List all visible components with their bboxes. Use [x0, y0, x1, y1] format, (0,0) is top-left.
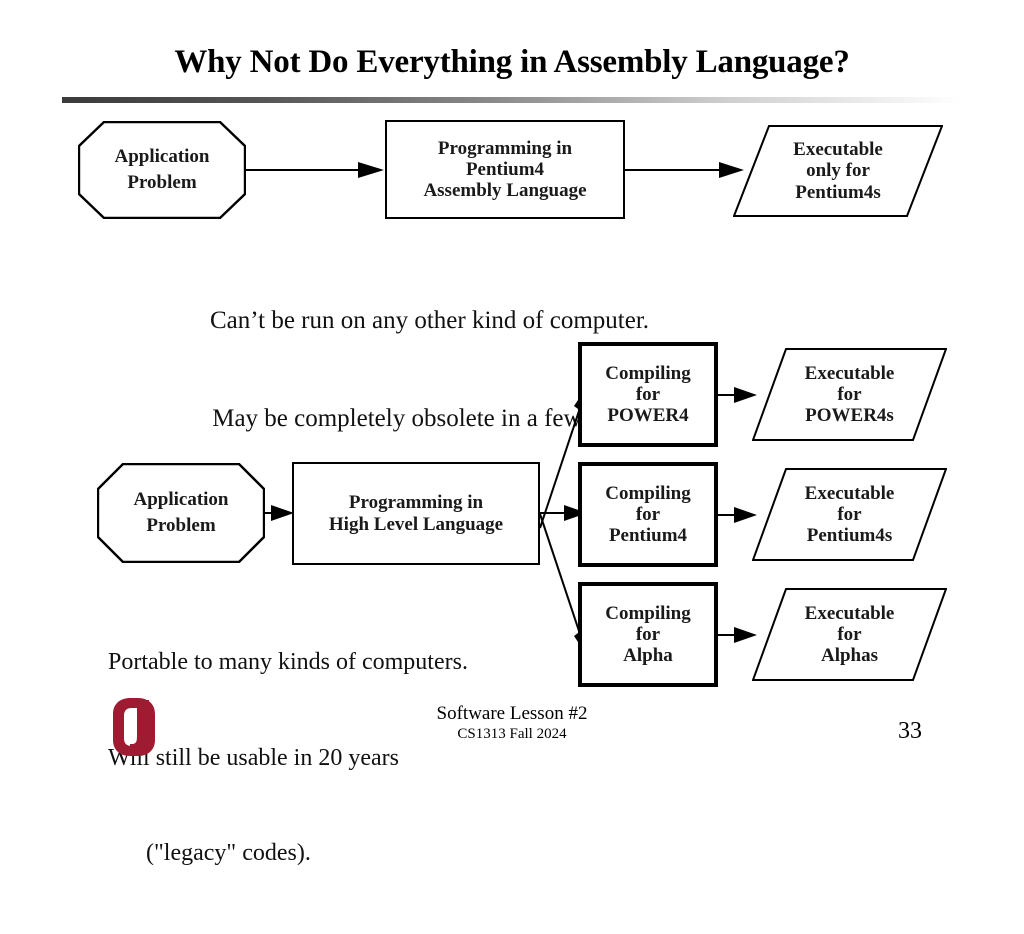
node-label-line1: Compiling: [605, 602, 691, 624]
node-label-line3: POWER4s: [805, 405, 894, 427]
page-number: 33: [898, 718, 922, 744]
node-executable-power4s: Executable for POWER4s: [752, 347, 947, 442]
footer-lesson: Software Lesson #2: [436, 703, 588, 724]
node-executable-pentium4s-hll: Executable for Pentium4s: [752, 467, 947, 562]
node-label-line1: Compiling: [605, 362, 691, 384]
node-label-line2: for: [837, 623, 862, 645]
node-label-line3: Pentium4s: [806, 525, 893, 547]
node-label-line3: POWER4: [607, 405, 689, 427]
footer-course: CS1313 Fall 2024: [457, 725, 567, 742]
node-label-line3: Alphas: [820, 645, 879, 667]
node-label-line2: Problem: [146, 515, 216, 536]
node-label-line3: Pentium4s: [795, 181, 881, 203]
node-executable-alphas: Executable for Alphas: [752, 587, 947, 682]
ou-logo-icon: [113, 698, 155, 756]
node-label-line2: only for: [806, 160, 870, 182]
page-title: Why Not Do Everything in Assembly Langua…: [174, 44, 850, 80]
title-divider: [62, 97, 962, 103]
caption-line-1: Portable to many kinds of computers.: [108, 648, 468, 675]
node-label-line1: Executable: [793, 139, 883, 161]
node-compiling-power4: Compiling for POWER4: [578, 342, 718, 447]
node-label-line2: for: [635, 383, 661, 405]
footer-text: Software Lesson #2 CS1313 Fall 2024: [362, 703, 662, 743]
arrow-appproblem-to-hll: [265, 505, 294, 521]
node-label-line1: Executable: [804, 362, 895, 384]
caption-line-1: Can’t be run on any other kind of comput…: [210, 307, 650, 334]
node-application-problem-assembly: Application Problem: [78, 121, 246, 219]
node-label-line2: Problem: [127, 172, 197, 193]
node-label-line2: High Level Language: [328, 513, 504, 535]
node-compiling-pentium4: Compiling for Pentium4: [578, 462, 718, 567]
arrow-appproblem-to-assembly: [246, 162, 384, 178]
node-label-line1: Application: [114, 146, 210, 168]
ou-logo: [104, 696, 166, 762]
node-label-line2: Pentium4: [465, 158, 545, 180]
node-label-line3: Alpha: [623, 645, 673, 667]
node-compiling-alpha: Compiling for Alpha: [578, 582, 718, 687]
node-label-line3: Assembly Language: [423, 180, 587, 202]
node-assembly-programming: Programming in Pentium4 Assembly Languag…: [385, 120, 625, 219]
node-label-line3: Pentium4: [608, 525, 688, 547]
node-label-line2: for: [837, 383, 862, 405]
slide-canvas: Why Not Do Everything in Assembly Langua…: [0, 0, 1024, 866]
node-label-line1: Programming in: [437, 137, 573, 159]
node-application-problem-hll: Application Problem: [97, 463, 265, 563]
node-label-line2: for: [837, 503, 862, 525]
node-hll-programming: Programming in High Level Language: [292, 462, 540, 565]
node-label-line1: Programming in: [348, 492, 484, 514]
node-label-line2: for: [635, 503, 661, 525]
arrow-assembly-to-executable: [625, 162, 744, 178]
node-label-line1: Executable: [804, 602, 895, 624]
node-label-line1: Application: [133, 489, 229, 511]
node-label-line1: Compiling: [605, 482, 691, 504]
caption-line-3: ("legacy" codes).: [146, 840, 311, 867]
node-executable-pentium4s-assembly: Executable only for Pentium4s: [733, 124, 943, 218]
node-label-line2: for: [635, 623, 661, 645]
node-label-line1: Executable: [804, 482, 895, 504]
